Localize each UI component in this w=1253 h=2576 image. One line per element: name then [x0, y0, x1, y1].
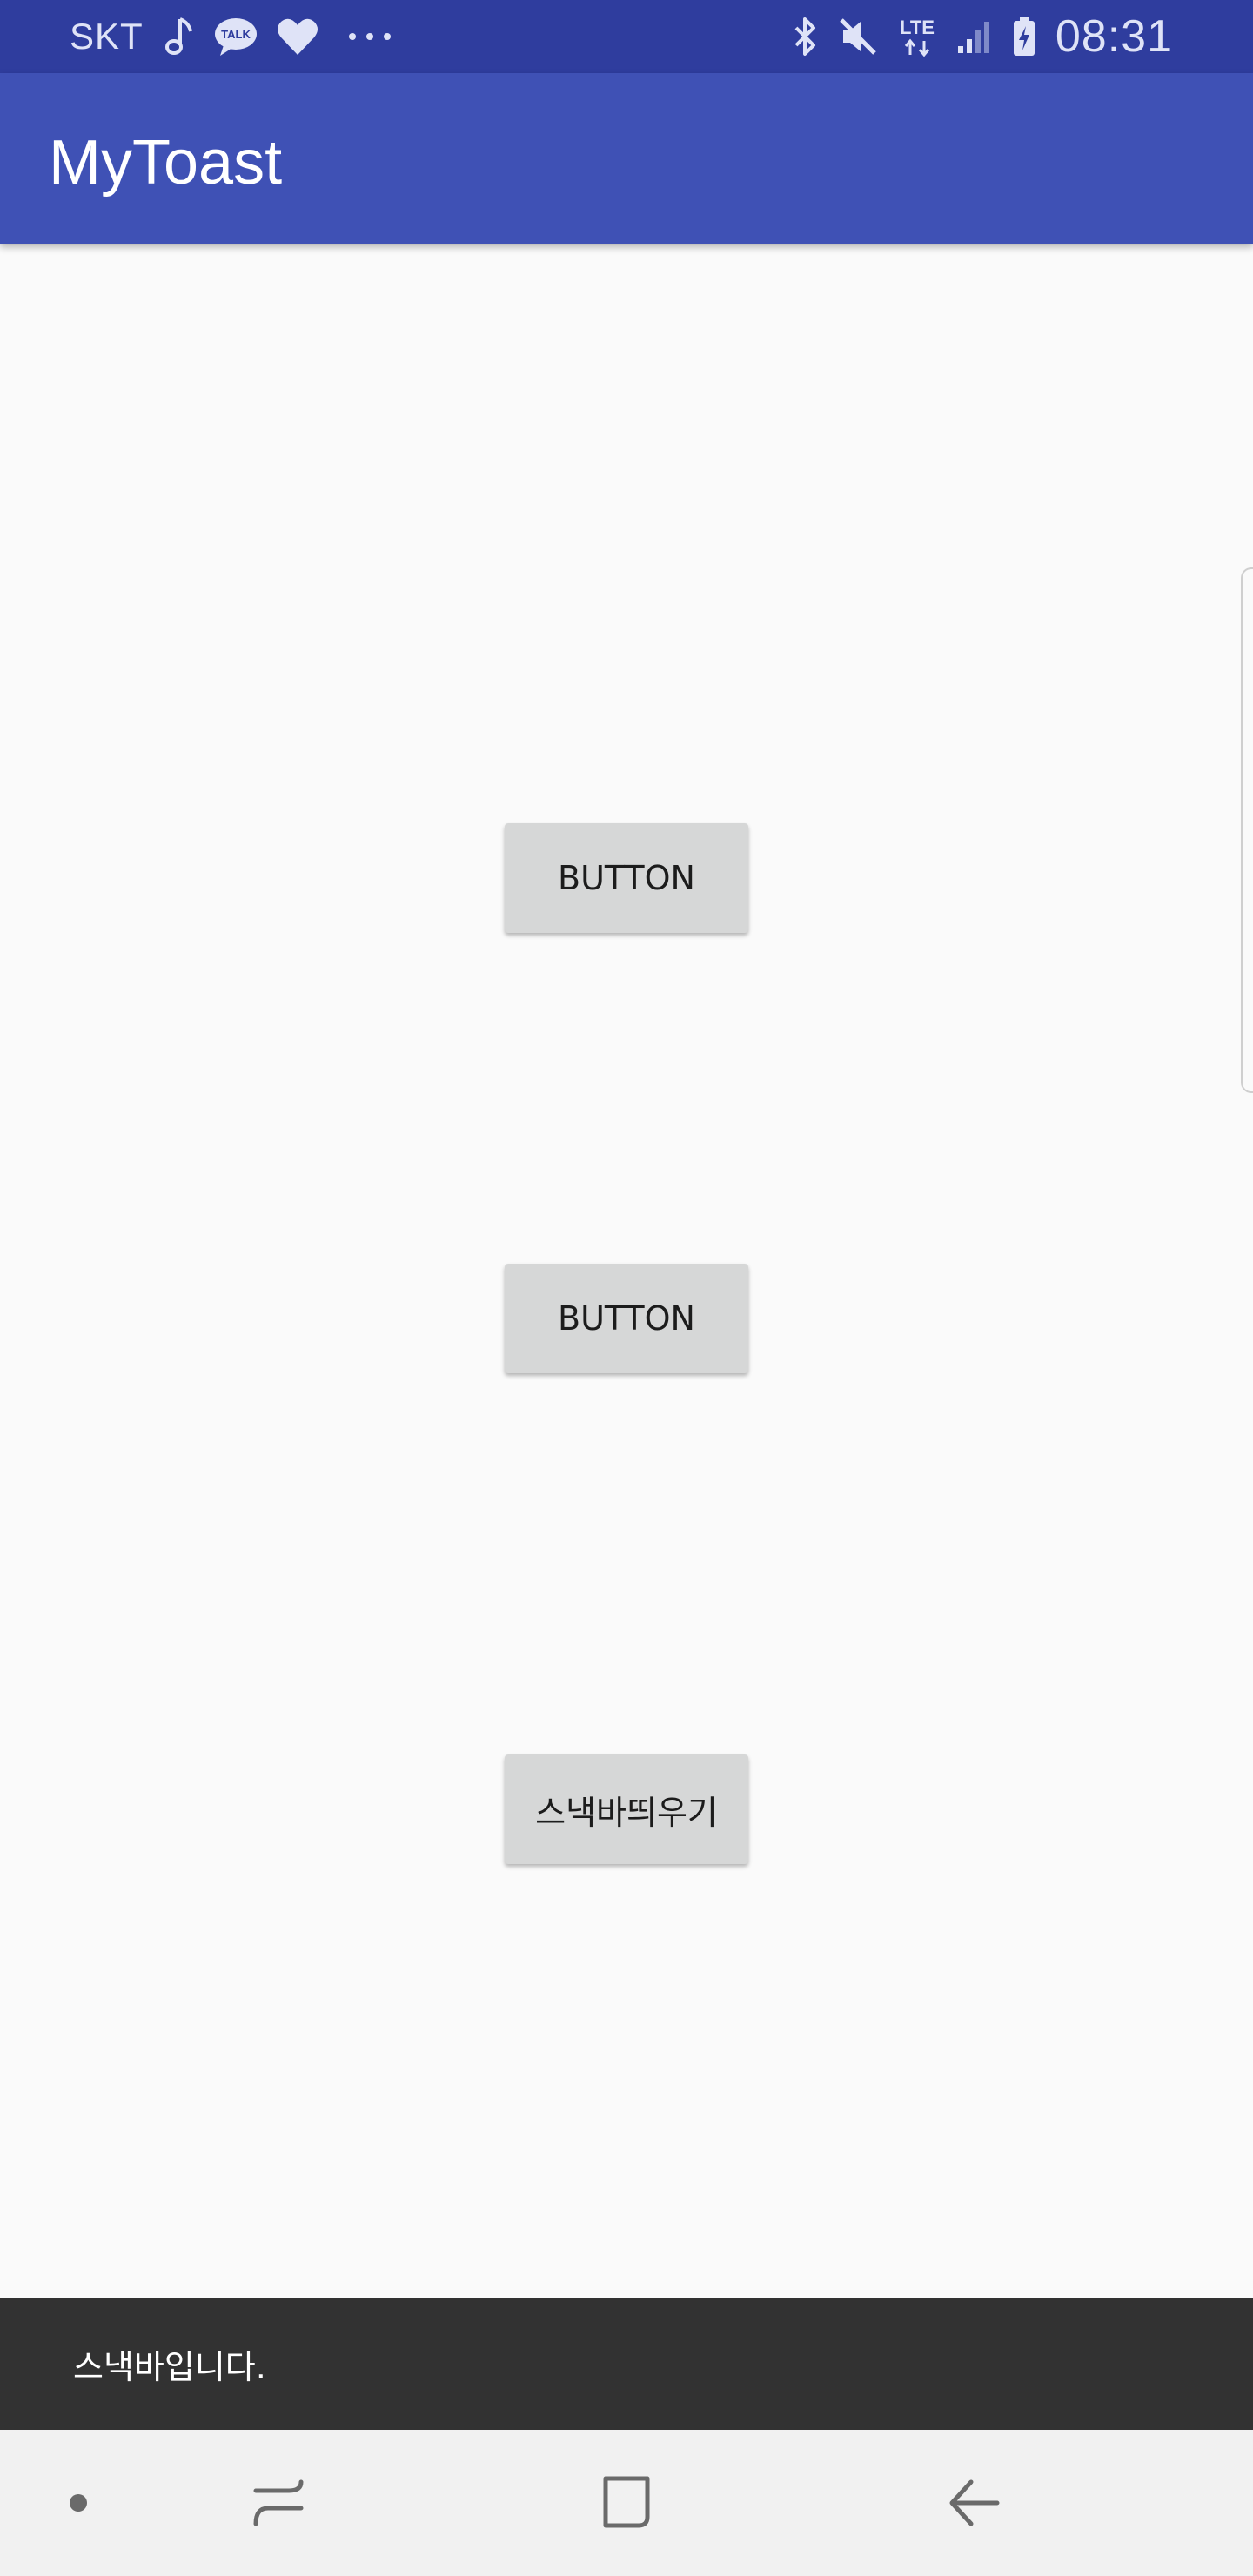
kakaotalk-badge-text: TALK: [221, 28, 251, 41]
home-icon[interactable]: [574, 2430, 679, 2576]
status-bar: SKT TALK LTE 08:31: [0, 0, 1253, 73]
battery-charging-icon: [1012, 16, 1036, 57]
app-title: MyToast: [49, 128, 283, 198]
more-dots-icon: [347, 31, 392, 42]
status-right-group: LTE 08:31: [791, 0, 1173, 73]
status-clock: 08:31: [1055, 11, 1173, 62]
mute-icon: [838, 17, 878, 57]
edge-panel-handle[interactable]: [1241, 567, 1253, 1093]
signal-icon: [956, 18, 993, 55]
snackbar-message: 스낵바입니다.: [73, 2347, 266, 2386]
dot-indicator-icon: [52, 2430, 104, 2576]
app-bar: MyToast: [0, 73, 1253, 244]
back-icon[interactable]: [922, 2430, 1027, 2576]
button-2[interactable]: BUTTON: [505, 1264, 748, 1373]
snackbar: 스낵바입니다.: [0, 2298, 1253, 2430]
button-1[interactable]: BUTTON: [505, 823, 748, 933]
navigation-bar: [0, 2430, 1253, 2576]
carrier-label: SKT: [70, 16, 144, 57]
show-snackbar-button[interactable]: 스낵바띄우기: [505, 1754, 748, 1864]
status-left-group: SKT TALK: [70, 0, 392, 73]
heart-icon: [276, 17, 319, 57]
music-note-icon: [161, 16, 196, 57]
lte-icon: LTE: [897, 15, 937, 58]
bluetooth-icon: [791, 16, 819, 57]
recents-icon[interactable]: [226, 2430, 331, 2576]
lte-label: LTE: [900, 17, 935, 38]
kakaotalk-icon: TALK: [213, 16, 258, 57]
